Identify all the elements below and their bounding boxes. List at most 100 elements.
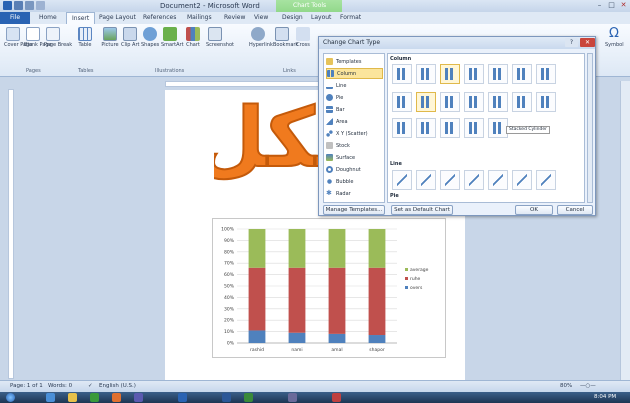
type-scatter[interactable]: X Y (Scatter): [326, 128, 383, 139]
type-stock[interactable]: Stock: [326, 140, 383, 151]
chart-subtype-thumbnail[interactable]: [416, 64, 436, 84]
manage-templates-button[interactable]: Manage Templates...: [323, 205, 385, 215]
redo-icon[interactable]: [36, 1, 45, 10]
status-language[interactable]: English (U.S.): [99, 383, 136, 389]
chart-subtype-thumbnail[interactable]: [392, 64, 412, 84]
chart-subtype-thumbnail[interactable]: [392, 118, 412, 138]
gallery-scrollbar[interactable]: [587, 53, 593, 203]
cover-page-button[interactable]: Cover Page: [4, 27, 32, 48]
chart-subtype-thumbnail[interactable]: [416, 170, 436, 190]
chart-subtype-thumbnail[interactable]: [536, 64, 556, 84]
excel-taskbar-icon[interactable]: [244, 393, 253, 402]
chart-subtype-thumbnail[interactable]: [392, 170, 412, 190]
tab-references[interactable]: References: [143, 12, 176, 24]
chart-subtype-thumbnail[interactable]: [440, 202, 460, 203]
chart-subtype-thumbnail[interactable]: [464, 170, 484, 190]
chart-subtype-thumbnail[interactable]: [488, 202, 508, 203]
ie-icon[interactable]: [46, 393, 55, 402]
set-default-chart-button[interactable]: Set as Default Chart: [391, 205, 453, 215]
chart-subtype-thumbnail[interactable]: [416, 118, 436, 138]
symbol-button[interactable]: Ω Symbol: [605, 27, 624, 48]
change-chart-type-dialog[interactable]: Change Chart Type ? ✕ Templates Column L…: [318, 36, 596, 216]
screenshot-button[interactable]: Screenshot: [206, 27, 234, 48]
type-doughnut[interactable]: Doughnut: [326, 164, 383, 175]
smartart-button[interactable]: SmartArt: [161, 27, 184, 48]
explorer-icon[interactable]: [68, 393, 77, 402]
chart-subtype-thumbnail[interactable]: [488, 92, 508, 112]
undo-icon[interactable]: [25, 1, 34, 10]
chart-subtype-thumbnail[interactable]: [464, 202, 484, 203]
tab-page-layout[interactable]: Page Layout: [99, 12, 136, 24]
tab-review[interactable]: Review: [224, 12, 245, 24]
zoom-level[interactable]: 80%: [560, 383, 572, 389]
chart-subtype-thumbnail[interactable]: [440, 64, 460, 84]
chart-subtype-thumbnail[interactable]: [416, 92, 436, 112]
picture-button[interactable]: Picture: [101, 27, 119, 48]
close-button[interactable]: ✕: [618, 1, 629, 10]
type-bubble[interactable]: Bubble: [326, 176, 383, 187]
chart-subtype-thumbnail[interactable]: [536, 92, 556, 112]
zoom-slider[interactable]: —○—: [580, 383, 596, 389]
app-icon-4[interactable]: [332, 393, 341, 402]
chart-subtype-thumbnail[interactable]: [512, 64, 532, 84]
shapes-button[interactable]: Shapes: [141, 27, 159, 48]
chart-subtype-thumbnail[interactable]: [392, 92, 412, 112]
type-surface[interactable]: Surface: [326, 152, 383, 163]
minimize-button[interactable]: –: [594, 1, 605, 10]
type-line[interactable]: Line: [326, 80, 383, 91]
chart-subtype-thumbnail[interactable]: [488, 118, 508, 138]
save-icon[interactable]: [14, 1, 23, 10]
app-icon-2[interactable]: [178, 393, 187, 402]
type-area[interactable]: Area: [326, 116, 383, 127]
ok-button[interactable]: OK: [515, 205, 553, 215]
vertical-scrollbar[interactable]: [620, 81, 630, 380]
tab-file[interactable]: File: [0, 12, 30, 24]
vertical-ruler[interactable]: [8, 89, 14, 379]
chart-subtype-thumbnail[interactable]: [464, 64, 484, 84]
start-button[interactable]: [6, 393, 15, 402]
word-taskbar-icon[interactable]: [222, 393, 231, 402]
tab-design[interactable]: Design: [282, 12, 303, 24]
bookmark-button[interactable]: Bookmark: [273, 27, 298, 48]
app-icon-1[interactable]: [134, 393, 143, 402]
dialog-close-button[interactable]: ✕: [580, 38, 595, 47]
chart-button[interactable]: Chart: [184, 27, 202, 48]
page-break-button[interactable]: Page Break: [44, 27, 72, 48]
chart-object[interactable]: 0% 10% 20% 30% 40% 50% 60% 70% 80% 90% 100% rashid n…: [212, 218, 446, 358]
tab-insert[interactable]: Insert: [66, 12, 96, 24]
app-icon-3[interactable]: [288, 393, 297, 402]
status-page[interactable]: Page: 1 of 1: [10, 383, 43, 389]
chart-subtype-thumbnail[interactable]: [464, 92, 484, 112]
maximize-button[interactable]: □: [606, 1, 617, 10]
tab-home[interactable]: Home: [39, 12, 57, 24]
cross-reference-button[interactable]: Cross: [294, 27, 312, 48]
chart-subtype-thumbnail[interactable]: [512, 170, 532, 190]
type-bar[interactable]: Bar: [326, 104, 383, 115]
tab-view[interactable]: View: [254, 12, 268, 24]
chart-subtype-thumbnail[interactable]: [488, 64, 508, 84]
tab-layout[interactable]: Layout: [311, 12, 331, 24]
type-radar[interactable]: ✱ Radar: [326, 188, 383, 199]
chart-subtype-thumbnail[interactable]: [392, 202, 412, 203]
dialog-help-button[interactable]: ?: [565, 38, 578, 47]
type-column[interactable]: Column: [326, 68, 383, 79]
media-icon[interactable]: [90, 393, 99, 402]
status-words[interactable]: Words: 0: [48, 383, 72, 389]
chart-subtype-thumbnail[interactable]: [536, 170, 556, 190]
type-pie[interactable]: Pie: [326, 92, 383, 103]
table-button[interactable]: Table: [76, 27, 94, 48]
chart-subtype-thumbnail[interactable]: [512, 202, 532, 203]
proofing-icon[interactable]: ✓: [88, 383, 93, 389]
blank-page-button[interactable]: Blank Page: [24, 27, 52, 48]
tab-format[interactable]: Format: [340, 12, 361, 24]
chart-subtype-thumbnail[interactable]: [416, 202, 436, 203]
cancel-button[interactable]: Cancel: [557, 205, 593, 215]
chart-subtype-thumbnail[interactable]: [512, 92, 532, 112]
firefox-icon[interactable]: [112, 393, 121, 402]
chart-subtype-thumbnail[interactable]: [464, 118, 484, 138]
chart-subtype-thumbnail[interactable]: [488, 170, 508, 190]
chart-subtype-thumbnail[interactable]: [440, 170, 460, 190]
chart-subtype-thumbnail[interactable]: [440, 118, 460, 138]
dialog-title-bar[interactable]: Change Chart Type ? ✕: [319, 37, 595, 49]
clip-art-button[interactable]: Clip Art: [121, 27, 139, 48]
